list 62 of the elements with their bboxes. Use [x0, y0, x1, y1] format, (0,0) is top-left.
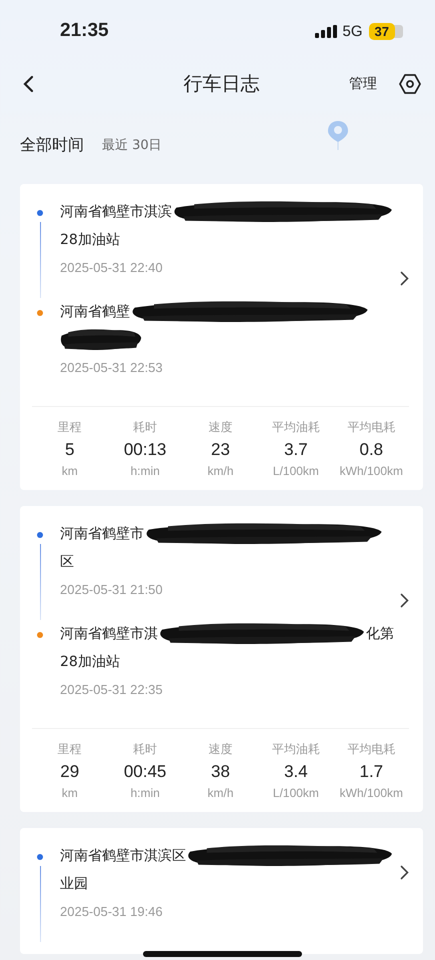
stat-unit: L/100km — [272, 464, 319, 478]
address-text: 28加油站 — [60, 231, 120, 249]
stat-unit: km/h — [208, 786, 234, 800]
stat-unit: h:min — [130, 786, 160, 800]
address-text: 化第 — [366, 625, 394, 643]
stat-unit: km — [62, 464, 78, 478]
stat-value: 00:45 — [124, 762, 166, 782]
stat-value: 0.8 — [360, 440, 384, 460]
stat-value: 23 — [211, 440, 230, 460]
trip-card[interactable]: 河南省鹤壁市淇滨区 业园 2025-05-31 19:46 — [20, 828, 423, 954]
status-time: 21:35 — [60, 20, 109, 42]
battery-indicator: 37 — [368, 22, 395, 40]
address-text: 28加油站 — [60, 653, 120, 671]
map-pin-icon — [327, 120, 349, 150]
stat-label: 平均油耗 — [272, 741, 320, 758]
stat-value: 5 — [64, 440, 74, 460]
stop-time: 2025-05-31 21:50 — [60, 582, 164, 597]
chevron-right-icon — [400, 592, 409, 608]
address-text: 区 — [60, 553, 74, 571]
stat-value: 00:13 — [124, 440, 166, 460]
address-text: 河南省鹤壁市淇滨 — [60, 203, 172, 221]
stat-unit: L/100km — [272, 786, 319, 800]
network-label: 5G — [342, 22, 363, 40]
stat-label: 平均电耗 — [347, 741, 396, 758]
stat-label: 速度 — [208, 419, 233, 436]
address-text: 河南省鹤壁市 — [60, 525, 144, 543]
chevron-right-icon — [400, 270, 409, 286]
stat-label: 耗时 — [133, 741, 158, 758]
stop-time: 2025-05-31 19:46 — [60, 904, 164, 919]
stat-value: 29 — [60, 762, 80, 782]
stat-label: 里程 — [58, 419, 82, 436]
address-text: 河南省鹤壁市淇滨区 — [60, 847, 186, 865]
stop-time: 2025-05-31 22:35 — [60, 682, 164, 697]
trip-card[interactable]: 河南省鹤壁市淇滨 28加油站 2025-05-31 22:40 河南省鹤壁 2025-05-31 22:53 里程 5 km 耗时 00:13 h:min 速度 23 km/h 平均油耗 3.7 L/100km 平均电耗 0.8 kWh/100km — [20, 184, 423, 490]
stat-unit: kWh/100km — [340, 786, 403, 800]
stat-value: 3.7 — [284, 440, 308, 460]
range-filter[interactable]: 最近 30日 — [102, 136, 162, 154]
trip-card[interactable]: 河南省鹤壁市 区 2025-05-31 21:50 河南省鹤壁市淇 化第 28加油站 2025-05-31 22:35 里程 29 km 耗时 00:45 h:min 速度 38 km/h 平均油耗 3.4 L/100km 平均电耗 1.7 kWh/100km — [20, 506, 423, 812]
stat-unit: km/h — [208, 464, 234, 478]
back-icon[interactable] — [22, 75, 34, 93]
signal-icon — [314, 24, 337, 38]
stat-label: 里程 — [58, 741, 82, 758]
address-text: 业园 — [60, 875, 88, 893]
time-filter[interactable]: 全部时间 — [20, 134, 84, 156]
stop-time: 2025-05-31 22:40 — [60, 260, 164, 275]
stat-label: 耗时 — [133, 419, 158, 436]
chevron-right-icon — [400, 864, 409, 880]
stat-value: 3.4 — [284, 762, 308, 782]
stat-unit: h:min — [130, 464, 160, 478]
stat-unit: km — [62, 786, 78, 800]
stat-label: 平均电耗 — [347, 419, 396, 436]
address-text: 河南省鹤壁 — [60, 303, 130, 321]
settings-icon[interactable] — [399, 73, 421, 95]
stat-label: 平均油耗 — [272, 419, 320, 436]
stop-time: 2025-05-31 22:53 — [60, 360, 164, 375]
page-title: 行车日志 — [182, 72, 260, 97]
manage-button[interactable]: 管理 — [349, 75, 377, 93]
stat-unit: kWh/100km — [340, 464, 403, 478]
address-text: 河南省鹤壁市淇 — [60, 625, 158, 643]
stat-value: 38 — [211, 762, 230, 782]
stat-label: 速度 — [208, 741, 233, 758]
stat-value: 1.7 — [360, 762, 384, 782]
